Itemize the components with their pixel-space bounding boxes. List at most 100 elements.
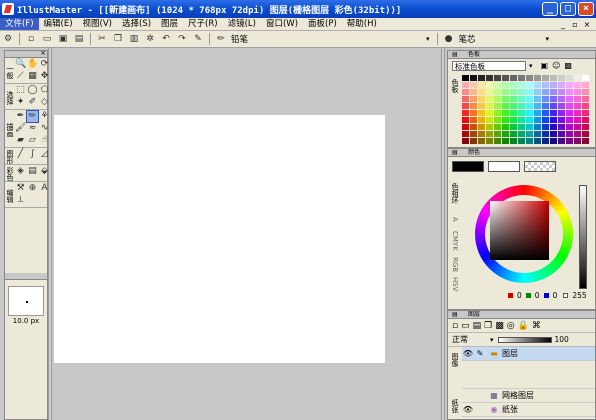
swatch-cell[interactable] [470,117,477,123]
swatch-cell[interactable] [574,110,581,116]
swatch-cell[interactable] [550,82,557,88]
swatch-cell[interactable] [494,110,501,116]
swatch-cell[interactable] [574,138,581,144]
right-splitter[interactable] [441,48,445,420]
stamp-icon[interactable]: ⚒ [15,183,26,194]
swatch-cell[interactable] [478,82,485,88]
swatch-cell[interactable] [486,131,493,137]
brush-type-label[interactable]: 铅笔 [231,33,248,45]
menu-filter[interactable]: 滤镜(L) [223,18,261,30]
swatch-cell[interactable] [494,82,501,88]
swatch-cell[interactable] [462,96,469,102]
swatch-cell[interactable] [494,138,501,144]
swatch-cell[interactable] [478,103,485,109]
swatch-cell[interactable] [502,138,509,144]
drawing-canvas[interactable] [54,115,385,363]
swatch-cell[interactable] [518,89,525,95]
swatch-cell[interactable] [558,82,565,88]
brush-type-dropdown[interactable]: ▾ [426,35,430,43]
swatch-cell[interactable] [494,75,501,81]
swatch-cell[interactable] [486,96,493,102]
swatch-cell[interactable] [558,138,565,144]
new-folder-icon[interactable]: ▤ [473,321,482,331]
swatch-cell[interactable] [470,82,477,88]
layer-row[interactable]: 👁 ◉ 纸张 [462,403,595,417]
layer-move-icon[interactable]: ▦ [27,71,38,82]
pen-icon[interactable]: ✒ [15,111,26,122]
swatch-cell[interactable] [534,131,541,137]
swatch-user-icon[interactable]: ☺ [552,61,560,70]
save-icon[interactable]: ▣ [56,33,70,45]
rect-select-icon[interactable]: ⬚ [15,85,26,96]
layer-merge-icon[interactable]: ⌘ [532,321,541,331]
opacity-slider[interactable] [497,336,552,343]
menu-select[interactable]: 选择(S) [117,18,156,30]
swatch-cell[interactable] [526,75,533,81]
swatch-cell[interactable] [558,103,565,109]
swatch-cell[interactable] [486,138,493,144]
background-color[interactable] [488,161,520,172]
menu-file[interactable]: 文件(F) [0,18,39,30]
swatch-cell[interactable] [566,138,573,144]
layer-row[interactable]: 👁 ✎ ▬ 图层 [462,347,595,361]
tool-panel-close-icon[interactable]: × [40,49,46,57]
swatch-grid[interactable] [462,75,589,144]
swatch-cell[interactable] [502,124,509,130]
swatch-cell[interactable] [510,103,517,109]
magic-wand-icon[interactable]: ✦ [15,97,26,108]
swatch-cell[interactable] [470,96,477,102]
swatch-cell[interactable] [510,138,517,144]
swatch-cell[interactable] [542,89,549,95]
swatch-cell[interactable] [494,131,501,137]
layer-name[interactable]: 图层 [502,348,518,359]
swatch-cell[interactable] [518,138,525,144]
swatch-cell[interactable] [526,89,533,95]
edit-icon[interactable]: ✎ [191,33,205,45]
swatch-cell[interactable] [502,103,509,109]
swatch-cell[interactable] [478,96,485,102]
layer-row[interactable]: ▦ 网格图层 [462,389,595,403]
close-button[interactable]: × [578,2,594,16]
eraser-icon[interactable]: ▱ [27,135,38,146]
swatch-cell[interactable] [478,138,485,144]
swatch-cell[interactable] [518,75,525,81]
swatch-cell[interactable] [542,110,549,116]
new-raster-layer-icon[interactable]: ▫ [452,321,458,331]
core-dropdown[interactable]: ▾ [546,35,550,43]
swatch-cell[interactable] [526,124,533,130]
swatch-cell[interactable] [510,89,517,95]
swatch-cell[interactable] [502,89,509,95]
copy-layer-icon[interactable]: ❐ [484,321,492,331]
menu-window[interactable]: 窗口(W) [261,18,303,30]
swatch-cell[interactable] [542,138,549,144]
mdi-restore-button[interactable]: ▫ [570,20,580,29]
swatch-cell[interactable] [542,117,549,123]
swatch-cell[interactable] [478,89,485,95]
layer-mask-icon[interactable]: ◎ [507,321,515,331]
swatch-cell[interactable] [534,96,541,102]
swatch-cell[interactable] [550,117,557,123]
swatch-cell[interactable] [526,103,533,109]
swatch-cell[interactable] [462,124,469,130]
swatch-cell[interactable] [566,89,573,95]
menu-help[interactable]: 帮助(H) [342,18,382,30]
brush-icon[interactable]: 🖌 [15,123,26,134]
menu-ruler[interactable]: 尺子(R) [183,18,223,30]
swatch-cell[interactable] [582,131,589,137]
swatch-cell[interactable] [470,103,477,109]
swatch-cell[interactable] [494,103,501,109]
swatch-cell[interactable] [574,131,581,137]
swatch-cell[interactable] [510,117,517,123]
swatch-cell[interactable] [502,110,509,116]
swatch-cell[interactable] [574,82,581,88]
swatch-cell[interactable] [486,89,493,95]
swatch-cell[interactable] [518,124,525,130]
swatch-cell[interactable] [518,110,525,116]
swatch-cell[interactable] [510,131,517,137]
layer-lock-icon[interactable]: 🔒 [518,321,529,331]
swatch-cell[interactable] [518,131,525,137]
swatch-cell[interactable] [558,89,565,95]
swatch-cell[interactable] [478,124,485,130]
swatch-cell[interactable] [534,89,541,95]
swatch-cell[interactable] [478,117,485,123]
